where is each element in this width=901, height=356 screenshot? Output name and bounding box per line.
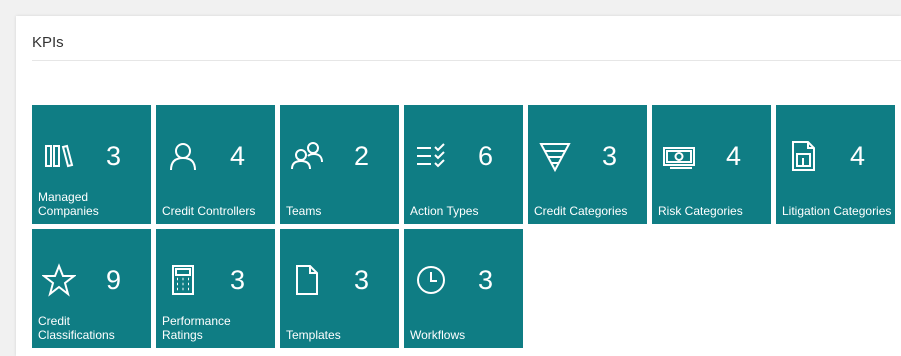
tile-workflows[interactable]: 3 Workflows	[404, 229, 523, 348]
section-divider	[32, 60, 901, 61]
page-icon	[290, 263, 324, 297]
tile-label: Teams	[286, 203, 322, 218]
money-icon	[662, 139, 696, 173]
calculator-icon	[166, 263, 200, 297]
person-icon	[166, 139, 200, 173]
section-title: KPIs	[32, 34, 64, 51]
tile-count: 6	[478, 141, 494, 171]
tile-count: 3	[478, 265, 494, 295]
tile-count: 4	[230, 141, 246, 171]
tile-templates[interactable]: 3 Templates	[280, 229, 399, 348]
tile-label: Managed Companies	[38, 190, 99, 218]
tile-litigation-categories[interactable]: 4 Litigation Categories	[776, 105, 895, 224]
tile-credit-classifications[interactable]: 9 Credit Classifications	[32, 229, 151, 348]
tile-risk-categories[interactable]: 4 Risk Categories	[652, 105, 771, 224]
tile-count: 4	[726, 141, 742, 171]
tile-action-types[interactable]: 6 Action Types	[404, 105, 523, 224]
tile-label: Credit Categories	[534, 203, 628, 218]
tile-credit-controllers[interactable]: 4 Credit Controllers	[156, 105, 275, 224]
tile-teams[interactable]: 2 Teams	[280, 105, 399, 224]
tile-label: Credit Controllers	[162, 203, 256, 218]
tile-label: Litigation Categories	[782, 203, 892, 218]
tile-credit-categories[interactable]: 3 Credit Categories	[528, 105, 647, 224]
tile-label: Templates	[286, 327, 341, 342]
funnel-icon	[538, 139, 572, 173]
star-icon	[42, 263, 76, 297]
tile-count: 3	[602, 141, 618, 171]
tile-label: Credit Classifications	[38, 314, 115, 342]
tile-performance-ratings[interactable]: 3 Performance Ratings	[156, 229, 275, 348]
tile-count: 3	[354, 265, 370, 295]
tile-count: 3	[106, 141, 122, 171]
clock-icon	[414, 263, 448, 297]
people-icon	[290, 139, 324, 173]
tile-count: 2	[354, 141, 370, 171]
document-chart-icon	[786, 139, 820, 173]
tile-label: Action Types	[410, 203, 479, 218]
checklist-icon	[414, 139, 448, 173]
tile-count: 4	[850, 141, 866, 171]
tile-count: 3	[230, 265, 246, 295]
tile-managed-companies[interactable]: 3 Managed Companies	[32, 105, 151, 224]
tile-label: Performance Ratings	[162, 314, 231, 342]
kpi-panel: KPIs 3 Managed Companies 4 Credit Contro…	[16, 16, 901, 356]
tile-label: Workflows	[410, 327, 466, 342]
tile-count: 9	[106, 265, 122, 295]
tile-label: Risk Categories	[658, 203, 743, 218]
books-icon	[42, 139, 76, 173]
